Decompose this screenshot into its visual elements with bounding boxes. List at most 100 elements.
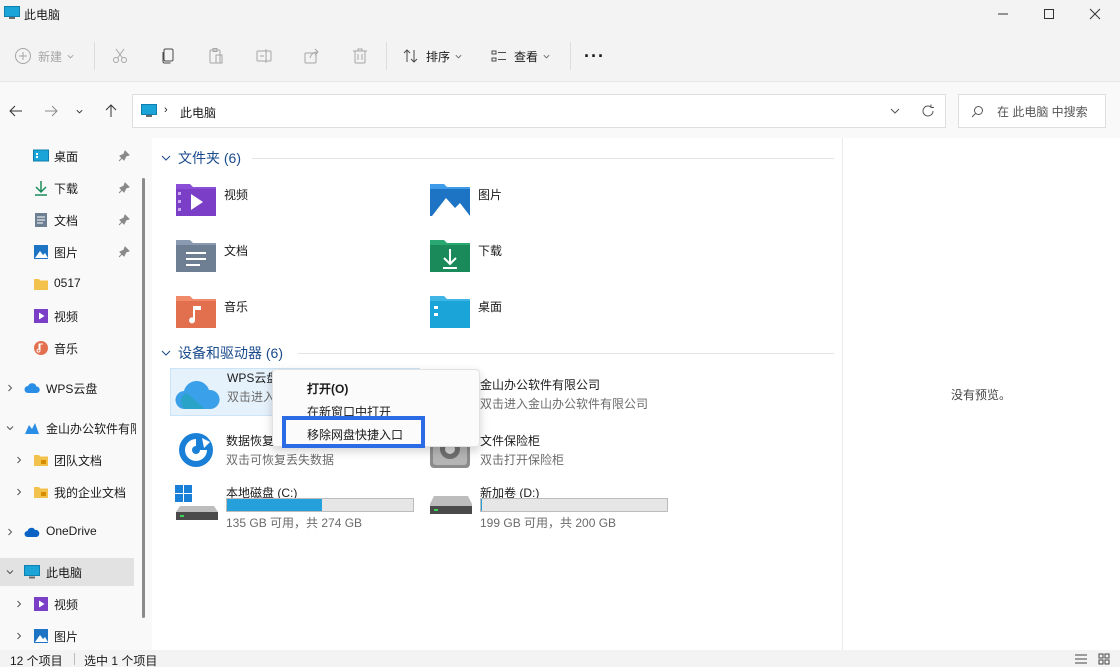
download-icon [35, 181, 47, 196]
chevron-down-icon [455, 54, 462, 58]
drive-icon [430, 496, 472, 514]
new-button[interactable]: 新建 [14, 44, 75, 68]
sort-button[interactable]: 排序 [402, 44, 463, 68]
desktop-folder-icon [430, 296, 470, 328]
copy-button[interactable] [159, 44, 177, 68]
search-box[interactable] [958, 94, 1106, 128]
sidebar-item-music[interactable]: 音乐 [0, 334, 140, 362]
music-icon [34, 341, 48, 355]
title-bar: 此电脑 [0, 0, 1120, 28]
more-icon: ··· [584, 45, 605, 66]
arrow-up-icon [105, 104, 117, 117]
recovery-icon [179, 433, 213, 467]
chevron-down-icon[interactable] [5, 567, 15, 577]
sidebar-item-this-pc[interactable]: 此电脑 [0, 558, 134, 586]
drive-d[interactable]: 新加卷 (D:) 199 GB 可用，共 200 GB [424, 484, 674, 532]
folder-music[interactable]: 音乐 [174, 292, 414, 340]
tiles-view-icon[interactable] [1098, 653, 1110, 665]
forward-button[interactable] [42, 102, 60, 120]
rename-button[interactable] [255, 44, 273, 68]
pin-icon[interactable] [118, 150, 130, 162]
recent-locations-button[interactable] [73, 102, 85, 120]
chevron-down-icon [161, 350, 171, 356]
arrow-right-icon [45, 105, 58, 117]
sidebar-item-desktop[interactable]: 桌面 [0, 142, 140, 170]
sidebar-item-wps-cloud[interactable]: WPS云盘 [0, 374, 140, 402]
search-icon [971, 106, 983, 118]
chevron-right-icon[interactable] [5, 527, 15, 537]
drive-c[interactable]: 本地磁盘 (C:) 135 GB 可用，共 274 GB [170, 484, 420, 532]
sidebar-item-kingsoft-office[interactable]: 金山办公软件有限 [0, 414, 140, 442]
devices-group-header[interactable]: 设备和驱动器 (6) [160, 342, 283, 364]
video-icon [34, 597, 48, 611]
pc-icon [4, 6, 20, 19]
close-icon [1089, 8, 1101, 20]
folders-group-header[interactable]: 文件夹 (6) [160, 147, 241, 169]
folder-desktop[interactable]: 桌面 [428, 292, 668, 340]
folder-downloads[interactable]: 下载 [428, 236, 668, 284]
chevron-right-icon[interactable] [14, 631, 24, 641]
sort-icon [403, 49, 418, 63]
cloud-icon [24, 383, 40, 393]
window-title: 此电脑 [24, 8, 61, 22]
status-bar: 12 个项目 选中 1 个项目 [0, 650, 1120, 667]
sidebar-item-pictures[interactable]: 图片 [0, 238, 140, 266]
picture-folder-icon [430, 184, 470, 216]
navigation-pane: 桌面 下载 文档 图片 0517 视频 音乐 WPS云盘 金山办公软件有限 团队… [0, 138, 152, 650]
folder-pictures[interactable]: 图片 [428, 180, 668, 228]
sidebar-item-onedrive[interactable]: OneDrive [0, 518, 140, 546]
chevron-right-icon[interactable] [14, 455, 24, 465]
search-input[interactable] [997, 103, 1103, 121]
pc-icon [141, 104, 157, 117]
chevron-right-icon[interactable] [5, 383, 15, 393]
chevron-right-icon[interactable] [14, 599, 24, 609]
sidebar-scrollbar[interactable] [142, 178, 145, 618]
chevron-right-icon[interactable] [14, 487, 24, 497]
view-label: 查看 [514, 49, 539, 64]
pin-icon[interactable] [118, 182, 130, 194]
minimize-button[interactable] [980, 0, 1026, 28]
pin-icon[interactable] [118, 214, 130, 226]
cut-button[interactable] [111, 44, 129, 68]
close-button[interactable] [1072, 0, 1118, 28]
chevron-down-icon[interactable] [5, 423, 15, 433]
paste-button[interactable] [207, 44, 225, 68]
sidebar-item-downloads[interactable]: 下载 [0, 174, 140, 202]
sidebar-item-enterprise-docs[interactable]: 我的企业文档 [0, 478, 140, 506]
details-view-icon[interactable] [1074, 653, 1088, 665]
sidebar-item-pc-videos[interactable]: 视频 [0, 590, 140, 618]
delete-button[interactable] [351, 44, 369, 68]
sidebar-item-team-docs[interactable]: 团队文档 [0, 446, 140, 474]
selection-count: 选中 1 个项目 [84, 654, 158, 667]
refresh-icon[interactable] [921, 104, 935, 118]
plus-circle-icon [15, 48, 31, 64]
folder-documents[interactable]: 文档 [174, 236, 414, 284]
breadcrumb[interactable]: 此电脑 [180, 104, 216, 121]
sidebar-item-videos[interactable]: 视频 [0, 302, 140, 330]
more-button[interactable]: ··· [584, 44, 605, 68]
minimize-icon [998, 13, 1008, 15]
drive-d-usage-bar [480, 498, 668, 512]
address-row: › 此电脑 [0, 82, 1120, 138]
maximize-button[interactable] [1026, 0, 1072, 28]
preview-pane: 没有预览。 [842, 138, 1120, 650]
arrow-left-icon [9, 105, 22, 117]
sidebar-item-0517[interactable]: 0517 [0, 270, 140, 298]
enterprise-folder-icon [34, 487, 48, 498]
pc-icon [24, 565, 40, 579]
maximize-icon [1044, 9, 1054, 19]
cloud-icon [175, 381, 220, 410]
view-button[interactable]: 查看 [490, 44, 551, 68]
menu-item-open[interactable]: 打开(O) [307, 380, 348, 397]
pin-icon[interactable] [118, 246, 130, 258]
chevron-down-icon[interactable] [889, 105, 901, 117]
sidebar-item-pc-pictures[interactable]: 图片 [0, 622, 140, 650]
back-button[interactable] [7, 102, 25, 120]
command-bar: 新建 排序 查看 ··· [0, 30, 1120, 82]
up-button[interactable] [102, 102, 120, 120]
folder-videos[interactable]: 视频 [174, 180, 414, 228]
share-button[interactable] [303, 44, 321, 68]
highlight-box [282, 416, 425, 448]
address-bar[interactable]: › 此电脑 [132, 94, 946, 128]
sidebar-item-documents[interactable]: 文档 [0, 206, 140, 234]
